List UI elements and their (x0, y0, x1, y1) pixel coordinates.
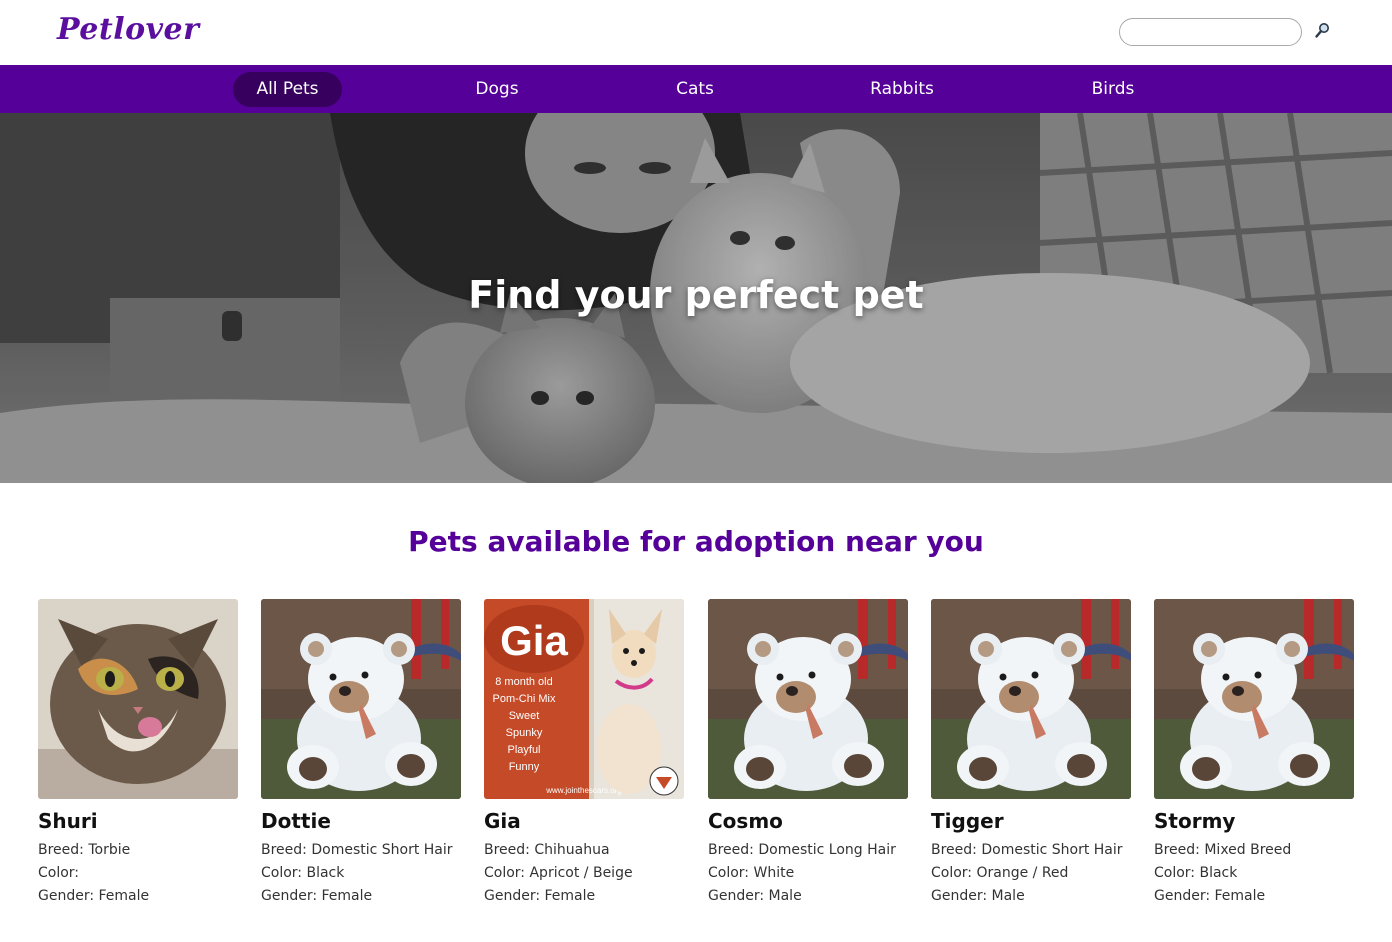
search-button[interactable] (1313, 22, 1331, 42)
pet-color: Color: (38, 865, 80, 881)
flyer-url: www.jointhescars.org (545, 786, 622, 795)
hero-title: Find your perfect pet (468, 273, 924, 317)
pet-photo[interactable] (931, 599, 1131, 799)
pet-card-dottie[interactable]: Dottie Breed: Domestic Short Hair Color:… (261, 599, 461, 908)
pet-details: Breed: Chihuahua Color: Apricot / Beige … (484, 839, 684, 908)
pet-name[interactable]: Dottie (261, 809, 461, 833)
pet-details: Breed: Domestic Long Hair Color: White G… (708, 839, 908, 908)
nav-item-cats[interactable]: Cats (650, 72, 740, 107)
pet-photo[interactable] (261, 599, 461, 799)
pet-card-stormy[interactable]: Stormy Breed: Mixed Breed Color: Black G… (1154, 599, 1354, 908)
pet-card-cosmo[interactable]: Cosmo Breed: Domestic Long Hair Color: W… (708, 599, 908, 908)
pet-color: Color: White (708, 865, 795, 881)
nav-item-birds[interactable]: Birds (1068, 72, 1158, 107)
main-nav: All Pets Dogs Cats Rabbits Birds (0, 65, 1392, 113)
pet-gender: Gender: Male (931, 888, 1025, 904)
pet-breed: Breed: Domestic Long Hair (708, 842, 896, 858)
pet-color: Color: Orange / Red (931, 865, 1069, 881)
hero-banner: Find your perfect pet (0, 113, 1392, 483)
flyer-title: Gia (500, 617, 568, 664)
search-box (1119, 18, 1329, 46)
pet-breed: Breed: Torbie (38, 842, 131, 858)
pet-photo[interactable] (1154, 599, 1354, 799)
magnifier-icon (1315, 23, 1329, 38)
pet-gender: Gender: Male (708, 888, 802, 904)
pet-name[interactable]: Tigger (931, 809, 1131, 833)
pet-breed: Breed: Domestic Short Hair (261, 842, 453, 858)
pet-gender: Gender: Female (484, 888, 596, 904)
pet-gender: Gender: Female (38, 888, 150, 904)
pet-gender: Gender: Female (261, 888, 373, 904)
pet-details: Breed: Domestic Short Hair Color: Black … (261, 839, 461, 908)
pet-breed: Breed: Mixed Breed (1154, 842, 1292, 858)
nav-item-all-pets[interactable]: All Pets (233, 72, 342, 107)
flyer-line: Pom-Chi Mix (493, 693, 556, 705)
nav-item-dogs[interactable]: Dogs (452, 72, 542, 107)
pet-card-shuri[interactable]: Shuri Breed: Torbie Color: Gender: Femal… (38, 599, 238, 908)
pet-color: Color: Black (261, 865, 345, 881)
flyer-line: 8 month old (495, 676, 552, 688)
pet-breed: Breed: Chihuahua (484, 842, 610, 858)
pet-gender: Gender: Female (1154, 888, 1266, 904)
pet-photo[interactable] (38, 599, 238, 799)
flyer-line: Sweet (509, 710, 540, 722)
pet-breed: Breed: Domestic Short Hair (931, 842, 1123, 858)
pet-details: Breed: Torbie Color: Gender: Female (38, 839, 238, 908)
pet-name[interactable]: Cosmo (708, 809, 908, 833)
pet-card-tigger[interactable]: Tigger Breed: Domestic Short Hair Color:… (931, 599, 1131, 908)
pet-card-gia[interactable]: Gia 8 month old Pom-Chi Mix Sweet Spunky… (484, 599, 684, 908)
pet-name[interactable]: Stormy (1154, 809, 1354, 833)
nav-item-rabbits[interactable]: Rabbits (852, 72, 952, 107)
pet-details: Breed: Mixed Breed Color: Black Gender: … (1154, 839, 1354, 908)
site-header: Petlover (0, 0, 1392, 65)
pet-details: Breed: Domestic Short Hair Color: Orange… (931, 839, 1131, 908)
pet-photo[interactable]: Gia 8 month old Pom-Chi Mix Sweet Spunky… (484, 599, 684, 799)
pet-color: Color: Black (1154, 865, 1238, 881)
pet-name[interactable]: Gia (484, 809, 684, 833)
search-input[interactable] (1119, 18, 1302, 46)
flyer-line: Funny (509, 761, 540, 773)
section-title: Pets available for adoption near you (408, 525, 984, 558)
pet-name[interactable]: Shuri (38, 809, 238, 833)
pet-color: Color: Apricot / Beige (484, 865, 633, 881)
flyer-line: Playful (507, 744, 540, 756)
pet-photo[interactable] (708, 599, 908, 799)
site-logo[interactable]: Petlover (57, 12, 199, 47)
flyer-line: Spunky (506, 727, 543, 739)
